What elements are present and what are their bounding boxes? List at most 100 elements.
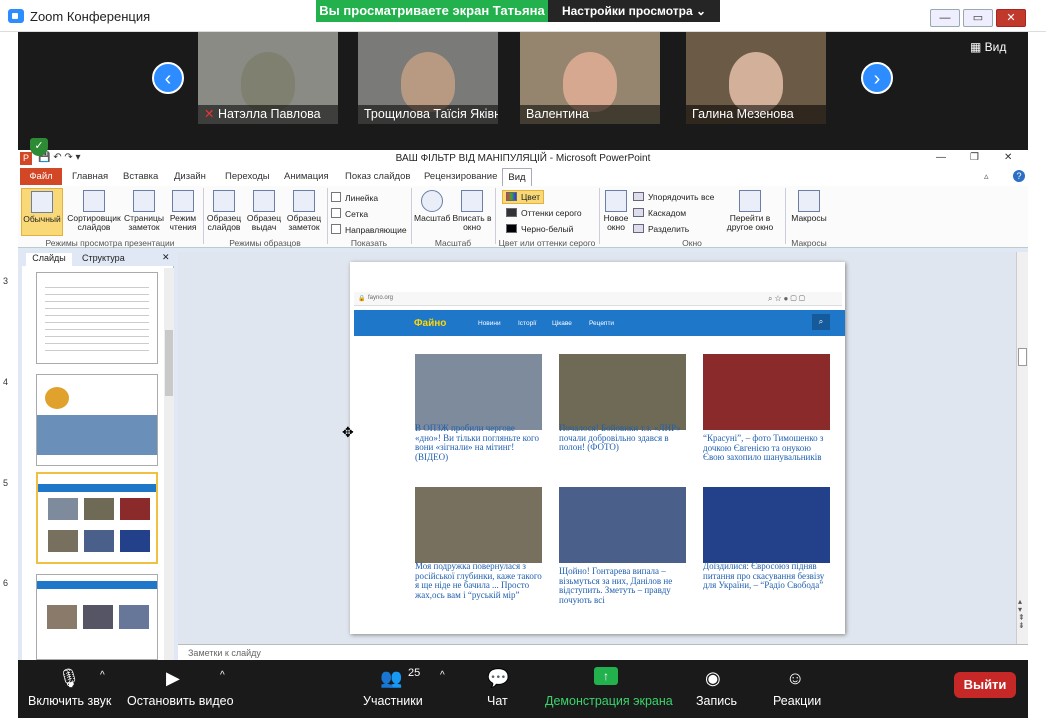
participant-tile[interactable]: Валентина bbox=[520, 32, 660, 124]
scrollbar[interactable]: ▴ ▾ ⇞ ⇟ bbox=[1016, 252, 1028, 644]
reactions-icon[interactable]: ☺ bbox=[786, 668, 804, 689]
group-label: Режимы образцов bbox=[229, 238, 301, 248]
group-label: Окно bbox=[682, 238, 702, 248]
minimize-icon[interactable]: — bbox=[930, 9, 960, 27]
viewing-banner: Вы просматриваете экран Татьяна bbox=[316, 0, 548, 22]
restore-icon[interactable]: ❐ bbox=[970, 152, 979, 163]
scrollbar-thumb[interactable] bbox=[1018, 348, 1027, 366]
view-button[interactable]: ▦ Вид bbox=[970, 40, 1006, 54]
divider bbox=[411, 188, 412, 244]
tab-slides[interactable]: Слайды bbox=[26, 253, 72, 266]
participant-video bbox=[729, 52, 783, 112]
slide-number: 4 bbox=[3, 377, 9, 387]
chat-button[interactable]: Чат bbox=[487, 694, 508, 708]
chevron-right-icon[interactable]: › bbox=[861, 62, 893, 94]
muted-mic-icon[interactable]: 🎙 bbox=[56, 668, 82, 689]
participant-video bbox=[401, 52, 455, 112]
window-edge bbox=[1028, 32, 1046, 718]
scrollbar-thumb[interactable] bbox=[165, 330, 173, 396]
chevron-left-icon[interactable]: ‹ bbox=[152, 62, 184, 94]
view-settings-button[interactable]: Настройки просмотра ⌄ bbox=[548, 0, 720, 22]
leave-button[interactable]: Выйти bbox=[954, 672, 1016, 698]
cascade-button[interactable]: Каскадом bbox=[633, 208, 686, 218]
notes-master-button[interactable]: Образец заметок bbox=[284, 190, 324, 232]
close-icon[interactable]: ✕ bbox=[162, 252, 170, 263]
tab-outline[interactable]: Структура bbox=[82, 253, 125, 263]
scrollbar[interactable] bbox=[164, 268, 174, 660]
participant-tile[interactable]: ✕ Натэлла Павлова bbox=[198, 32, 338, 124]
chevron-up-icon[interactable]: ^ bbox=[100, 670, 105, 681]
help-icon[interactable]: ? bbox=[1013, 170, 1025, 182]
chevron-up-icon[interactable]: ^ bbox=[220, 670, 225, 681]
participant-tile[interactable]: Галина Мезенова bbox=[686, 32, 826, 124]
handout-master-button[interactable]: Образец выдач bbox=[244, 190, 284, 232]
slide-master-button[interactable]: Образец слайдов bbox=[204, 190, 244, 232]
reactions-button[interactable]: Реакции bbox=[773, 694, 821, 708]
video-button[interactable]: Остановить видео bbox=[127, 694, 234, 708]
collapse-ribbon-icon[interactable]: ▵ bbox=[984, 171, 989, 182]
page-nav-icon[interactable]: ▴ ▾ ⇞ ⇟ bbox=[1018, 598, 1025, 630]
divider bbox=[327, 188, 328, 244]
participants-icon[interactable]: 👥 bbox=[380, 668, 402, 689]
sorter-button[interactable]: Сортировщик слайдов bbox=[66, 190, 122, 232]
split-button[interactable]: Разделить bbox=[633, 224, 689, 234]
tab-slideshow[interactable]: Показ слайдов bbox=[345, 171, 410, 182]
nav-link: Цікаве bbox=[552, 320, 572, 327]
notes-area[interactable]: Заметки к слайду bbox=[178, 644, 1028, 660]
minimize-icon[interactable]: — bbox=[936, 152, 946, 163]
group-label: Масштаб bbox=[434, 238, 472, 248]
participant-tile[interactable]: Трощилова Таїсія Яківна bbox=[358, 32, 498, 124]
close-icon[interactable]: ✕ bbox=[996, 9, 1026, 27]
guides-checkbox[interactable]: Направляющие bbox=[331, 224, 407, 235]
group-label: Режимы просмотра презентации bbox=[45, 238, 175, 248]
tab-transitions[interactable]: Переходы bbox=[225, 171, 270, 182]
zoom-button[interactable]: Масштаб bbox=[414, 190, 450, 223]
ruler-checkbox[interactable]: Линейка bbox=[331, 192, 378, 203]
image-area bbox=[120, 498, 150, 520]
participants-button[interactable]: Участники bbox=[363, 694, 423, 708]
nav-link: Новини bbox=[478, 320, 501, 327]
arrange-all-button[interactable]: Упорядочить все bbox=[633, 192, 714, 202]
chevron-up-icon[interactable]: ^ bbox=[440, 670, 445, 681]
video-camera-icon[interactable]: ▶ bbox=[166, 668, 180, 689]
slide-thumbnail[interactable] bbox=[36, 574, 158, 660]
slide-thumbnail[interactable] bbox=[36, 272, 158, 364]
slide-thumbnail-selected[interactable] bbox=[36, 472, 158, 564]
image-area bbox=[119, 605, 149, 629]
notes-page-button[interactable]: Страницы заметок bbox=[122, 190, 166, 232]
share-screen-button[interactable]: Демонстрация экрана bbox=[545, 694, 673, 708]
tab-insert[interactable]: Вставка bbox=[123, 171, 158, 182]
record-icon[interactable]: ◉ bbox=[705, 668, 721, 689]
grid-checkbox[interactable]: Сетка bbox=[331, 208, 368, 219]
participant-name: Валентина bbox=[520, 105, 660, 124]
group-label: Показать bbox=[350, 238, 388, 248]
new-window-button[interactable]: Новое окно bbox=[600, 190, 632, 232]
record-button[interactable]: Запись bbox=[696, 694, 737, 708]
tab-design[interactable]: Дизайн bbox=[174, 171, 206, 182]
tab-review[interactable]: Рецензирование bbox=[424, 171, 497, 182]
powerpoint-logo-icon: P bbox=[20, 152, 32, 165]
mute-button[interactable]: Включить звук bbox=[28, 694, 111, 708]
master-icon bbox=[253, 190, 275, 212]
tab-animations[interactable]: Анимация bbox=[284, 171, 329, 182]
tab-file[interactable]: Файл bbox=[20, 168, 62, 185]
close-icon[interactable]: ✕ bbox=[1004, 152, 1012, 163]
fit-window-button[interactable]: Вписать в окно bbox=[452, 190, 492, 232]
browser-icons: ⌕ ☆ ● ▢ ▢ bbox=[768, 294, 805, 303]
cascade-icon bbox=[633, 208, 644, 217]
chat-icon[interactable]: 💬 bbox=[487, 668, 509, 689]
slide-thumbnail[interactable] bbox=[36, 374, 158, 466]
normal-view-button[interactable]: Обычный bbox=[21, 188, 63, 236]
tab-home[interactable]: Главная bbox=[72, 171, 108, 182]
share-screen-icon[interactable]: ↑ bbox=[594, 667, 618, 685]
reading-view-button[interactable]: Режим чтения bbox=[166, 190, 200, 232]
maximize-icon[interactable]: ▭ bbox=[963, 9, 993, 27]
participant-video bbox=[241, 52, 295, 112]
black-white-button[interactable]: Черно-белый bbox=[506, 224, 573, 234]
slide-number: 3 bbox=[3, 276, 9, 286]
tab-view[interactable]: Вид bbox=[502, 168, 532, 186]
color-button[interactable]: Цвет bbox=[502, 190, 545, 204]
macros-button[interactable]: Макросы bbox=[788, 190, 830, 223]
grayscale-button[interactable]: Оттенки серого bbox=[506, 208, 582, 218]
switch-window-button[interactable]: Перейти в другое окно bbox=[722, 190, 778, 232]
